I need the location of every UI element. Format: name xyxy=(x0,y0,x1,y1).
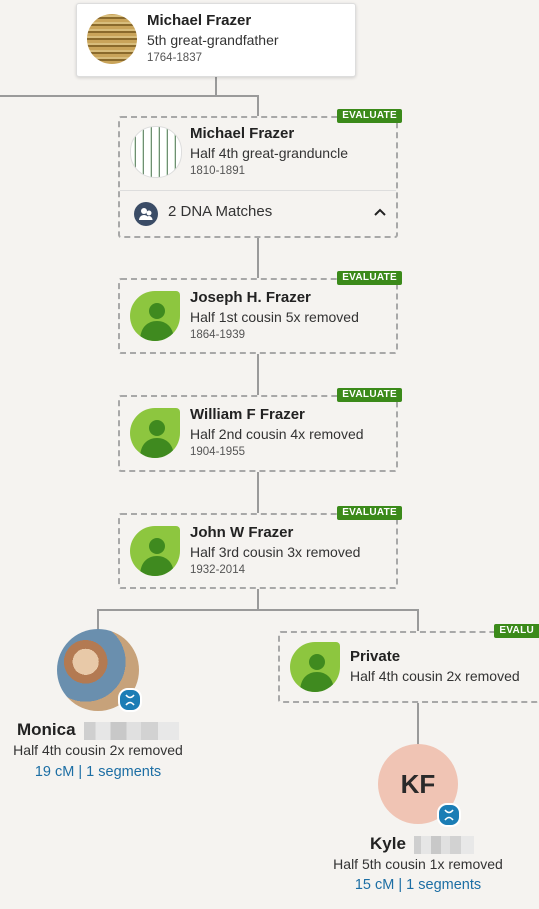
person-silhouette-icon xyxy=(130,526,180,576)
match-relationship: Half 5th cousin 1x removed xyxy=(333,856,503,872)
person-card-john[interactable]: EVALUATE John W Frazer Half 3rd cousin 3… xyxy=(118,506,402,589)
match-name: Monica xyxy=(17,720,180,740)
person-dates: 1810-1891 xyxy=(190,165,245,177)
dna-matches-count: 2 DNA Matches xyxy=(168,203,273,220)
evaluate-badge[interactable]: EVALU xyxy=(494,624,539,638)
dna-icon xyxy=(437,803,461,827)
person-dates: 1932-2014 xyxy=(190,564,245,576)
evaluate-badge[interactable]: EVALUATE xyxy=(337,109,402,123)
person-dates: 1904-1955 xyxy=(190,446,245,458)
connector-line xyxy=(97,609,419,611)
record-thumbnail xyxy=(130,126,182,178)
connector-line xyxy=(0,95,258,97)
person-card-ancestor[interactable]: Michael Frazer 5th great-grandfather 176… xyxy=(76,3,356,77)
evaluate-badge[interactable]: EVALUATE xyxy=(337,388,402,402)
person-name: Joseph H. Frazer xyxy=(190,289,311,306)
redacted-surname xyxy=(84,721,180,740)
people-icon xyxy=(134,202,158,226)
person-relationship: 5th great-grandfather xyxy=(147,32,279,48)
connector-line xyxy=(257,589,259,610)
person-card-joseph[interactable]: EVALUATE Joseph H. Frazer Half 1st cousi… xyxy=(118,271,402,354)
match-shared-dna-link[interactable]: 19 cM | 1 segments xyxy=(0,764,196,780)
person-name: Private xyxy=(350,648,401,665)
match-first-name: Kyle xyxy=(370,834,406,853)
evaluate-badge[interactable]: EVALUATE xyxy=(337,271,402,285)
chevron-up-icon[interactable] xyxy=(373,205,387,219)
person-silhouette-icon xyxy=(130,291,180,341)
connector-line xyxy=(257,95,259,116)
match-name: Kyle xyxy=(370,834,474,854)
person-dates: 1764-1837 xyxy=(147,52,202,64)
connector-line xyxy=(257,354,259,395)
person-name: John W Frazer xyxy=(190,524,294,541)
evaluate-badge[interactable]: EVALUATE xyxy=(337,506,402,520)
dna-icon xyxy=(118,688,142,712)
ancestor-photo xyxy=(87,14,137,64)
person-name: William F Frazer xyxy=(190,406,305,423)
person-name: Michael Frazer xyxy=(190,125,295,142)
person-relationship: Half 3rd cousin 3x removed xyxy=(190,544,361,560)
match-first-name: Monica xyxy=(17,720,76,739)
person-card-private[interactable]: EVALU Private Half 4th cousin 2x removed xyxy=(278,624,539,703)
match-relationship: Half 4th cousin 2x removed xyxy=(13,742,183,758)
person-relationship: Half 1st cousin 5x removed xyxy=(190,309,359,325)
person-card-granduncle[interactable]: EVALUATE Michael Frazer Half 4th great-g… xyxy=(118,109,402,238)
person-relationship: Half 4th great-granduncle xyxy=(190,145,348,161)
connector-line xyxy=(257,472,259,513)
person-relationship: Half 2nd cousin 4x removed xyxy=(190,426,364,442)
dna-matches-toggle[interactable]: 2 DNA Matches xyxy=(120,190,396,236)
connector-line xyxy=(215,77,217,96)
connector-line xyxy=(97,609,99,631)
redacted-surname xyxy=(413,835,474,854)
avatar-initials: KF xyxy=(400,769,436,799)
person-dates: 1864-1939 xyxy=(190,329,245,341)
person-name: Michael Frazer xyxy=(147,12,252,29)
person-silhouette-icon xyxy=(130,408,180,458)
person-relationship: Half 4th cousin 2x removed xyxy=(350,668,520,684)
person-card-william[interactable]: EVALUATE William F Frazer Half 2nd cousi… xyxy=(118,388,402,472)
connector-line xyxy=(417,703,419,745)
match-shared-dna-link[interactable]: 15 cM | 1 segments xyxy=(318,877,518,893)
connector-line xyxy=(417,609,419,631)
connector-line xyxy=(257,237,259,278)
person-silhouette-icon xyxy=(290,642,340,692)
